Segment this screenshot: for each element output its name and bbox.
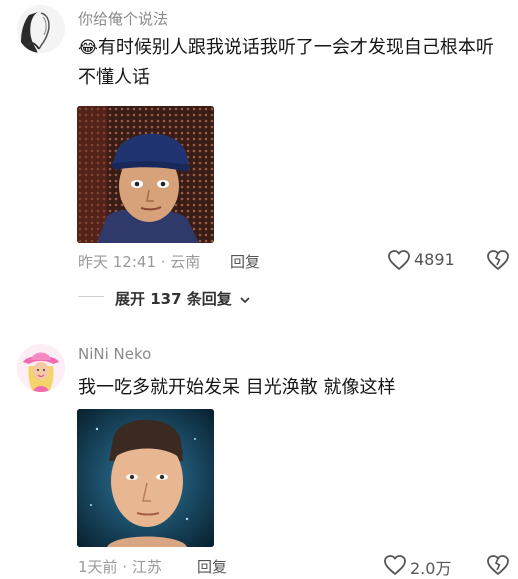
chevron-down-icon: [239, 291, 251, 309]
comment-image[interactable]: [77, 106, 214, 243]
comment-image[interactable]: [77, 409, 214, 547]
dislike-broken-heart-icon[interactable]: [486, 554, 510, 576]
comment-meta: 昨天 12:41 · 云南: [78, 253, 201, 271]
expand-replies-button[interactable]: 展开 137 条回复: [115, 288, 251, 309]
reply-button[interactable]: 回复: [230, 251, 260, 272]
username[interactable]: NiNi Neko: [78, 345, 151, 363]
dazed-man-image: [77, 409, 214, 547]
expand-replies-label: 展开 137 条回复: [115, 290, 232, 308]
comment-body: 我一吃多就开始发呆 目光涣散 就像这样: [78, 377, 396, 398]
man-in-cap-image: [77, 106, 214, 243]
comment-body: 有时候别人跟我说话我听了一会才发现自己根本听不懂人话: [78, 37, 494, 88]
comment-text: 😂有时候别人跟我说话我听了一会才发现自己根本听不懂人话: [78, 33, 503, 93]
cowgirl-doll-avatar-icon: [17, 344, 65, 392]
username[interactable]: 你给俺个说法: [78, 8, 168, 29]
heart-icon[interactable]: [387, 249, 411, 271]
like-count: 2.0万: [410, 559, 452, 578]
reply-button[interactable]: 回复: [197, 556, 227, 577]
avatar[interactable]: [17, 344, 65, 392]
laughing-emoji-icon: 😂: [78, 38, 98, 58]
avatar[interactable]: [17, 5, 65, 53]
comment-meta: 1天前 · 江苏: [78, 558, 162, 576]
heart-icon[interactable]: [383, 554, 407, 576]
dislike-broken-heart-icon[interactable]: [486, 249, 510, 271]
expand-replies-divider: [78, 296, 104, 297]
like-count: 4891: [414, 250, 455, 269]
avatar-sketch-icon: [17, 5, 65, 53]
